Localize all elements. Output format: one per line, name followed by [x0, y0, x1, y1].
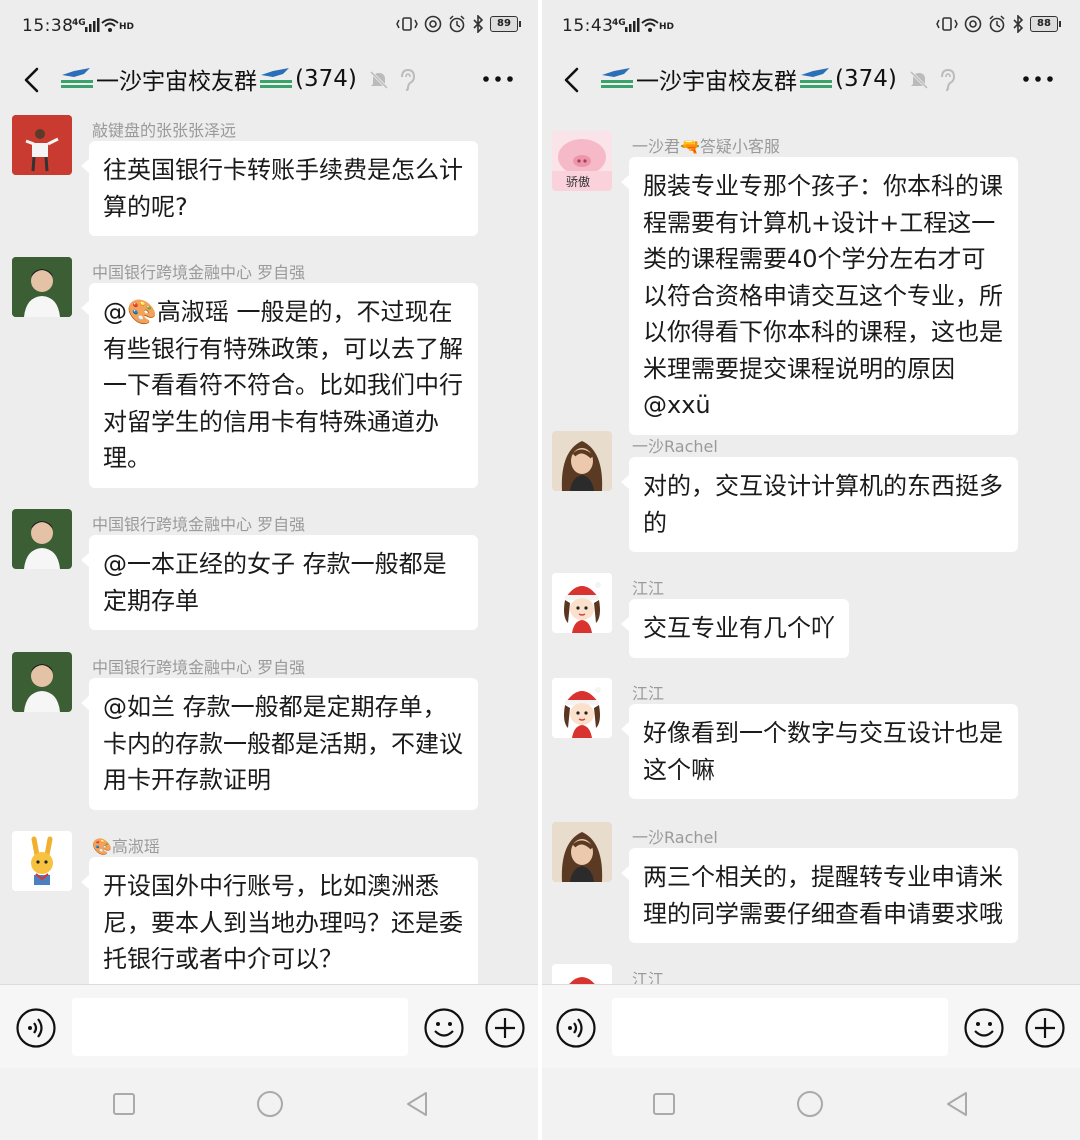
ear-icon [941, 68, 956, 91]
mute-bell-icon [369, 70, 389, 90]
sender-name: 一沙Rachel [632, 828, 718, 847]
message-bubble[interactable]: @如兰 存款一般都是定期存单，卡内的存款一般都是活期，不建议用卡开存款证明 [81, 678, 478, 810]
nav-square-icon[interactable] [112, 1092, 136, 1116]
nav-square-icon[interactable] [652, 1092, 676, 1116]
screen-divider [538, 0, 542, 1140]
battery-indicator: 88 [1030, 16, 1061, 32]
group-name: 一沙宇宙校友群 [636, 69, 797, 95]
message-list[interactable]: 骄傲 一沙君🔫答疑小客服 服装专业专那个孩子：你本科的课程需要有计算机+设计+工… [540, 111, 1080, 984]
sender-name: 🎨高淑瑶 [92, 837, 160, 856]
bluetooth-icon [1013, 15, 1024, 33]
message-bubble[interactable]: 往英国银行卡转账手续费是怎么计算的呢? [81, 141, 478, 236]
message-bubble[interactable]: @🎨高淑瑶 一般是的，不过现在有些银行有特殊政策，可以去了解一下看看符不符合。比… [81, 283, 478, 488]
sender-name: 一沙君🔫答疑小客服 [632, 137, 780, 156]
message-bubble[interactable]: @一本正经的女子 存款一般都是定期存单 [81, 535, 478, 630]
message-bubble[interactable]: 两三个相关的，提醒转专业申请米理的同学需要仔细查看申请要求哦 [621, 848, 1018, 943]
at-icon [964, 15, 982, 33]
status-icons: 88 [936, 15, 1061, 33]
nav-circle-icon[interactable] [796, 1090, 824, 1118]
status-time: 15:38 [22, 16, 74, 36]
sender-name: 中国银行跨境金融中心 罗自强 [92, 658, 306, 677]
emoji-icon[interactable] [963, 1007, 1005, 1049]
sender-name: 江江 [632, 970, 665, 984]
message-input[interactable] [72, 998, 408, 1056]
status-icons: 89 [396, 15, 521, 33]
chat-title: 一沙宇宙校友群 (374) [598, 63, 897, 95]
system-nav-bar [540, 1068, 1080, 1140]
back-arrow-icon[interactable] [558, 65, 588, 95]
message-bubble[interactable]: 好像看到一个数字与交互设计也是这个嘛 [621, 704, 1018, 799]
message-input[interactable] [612, 998, 948, 1056]
avatar-caption: 骄傲 [566, 174, 590, 189]
wifi-hd-label: HD [659, 22, 675, 32]
young-man-portrait-avatar[interactable] [12, 509, 72, 569]
woman-portrait-avatar[interactable] [552, 431, 612, 491]
alarm-icon [989, 15, 1005, 33]
plus-icon[interactable] [484, 1007, 526, 1049]
wifi-icon [101, 18, 119, 32]
message-bubble[interactable]: 交互专业有几个吖 [621, 599, 849, 658]
christmas-girl-cartoon-avatar[interactable] [552, 964, 612, 984]
red-shirt-person-avatar[interactable] [12, 115, 72, 175]
wifi-icon [641, 18, 659, 32]
message-list[interactable]: 敲键盘的张张张泽远 往英国银行卡转账手续费是怎么计算的呢? 中国银行跨境金融中心… [0, 111, 540, 984]
nav-back-icon[interactable] [944, 1090, 970, 1118]
pink-pig-avatar[interactable]: 骄傲 [552, 131, 612, 191]
airplane-flag-icon [800, 68, 832, 88]
nav-back-icon[interactable] [404, 1090, 430, 1118]
member-count: (374) [295, 66, 357, 92]
alarm-icon [449, 15, 465, 33]
vibrate-icon [396, 17, 418, 31]
chat-screen-left: 15:38 4G HD 89 一沙宇宙校友群 (374) 敲键盘的张张张泽远 往… [0, 0, 540, 1140]
back-arrow-icon[interactable] [18, 65, 48, 95]
input-bar [0, 984, 540, 1069]
airplane-flag-icon [61, 68, 93, 88]
signal-icon [625, 18, 640, 32]
sender-name: 中国银行跨境金融中心 罗自强 [92, 263, 306, 282]
status-bar: 15:43 4G HD 88 [540, 0, 1080, 55]
group-name: 一沙宇宙校友群 [96, 69, 257, 95]
system-nav-bar [0, 1068, 540, 1140]
vibrate-icon [936, 17, 958, 31]
sender-name: 江江 [632, 579, 665, 598]
plus-icon[interactable] [1024, 1007, 1066, 1049]
message-bubble[interactable]: 对的，交互设计计算机的东西挺多的 [621, 457, 1018, 552]
voice-icon[interactable] [555, 1007, 597, 1049]
message-bubble[interactable]: 开设国外中行账号，比如澳洲悉尼，要本人到当地办理吗？还是委托银行或者中介可以？ [81, 857, 478, 984]
more-icon[interactable] [1020, 69, 1056, 89]
signal-icon [85, 18, 100, 32]
member-count: (374) [835, 66, 897, 92]
airplane-flag-icon [601, 68, 633, 88]
christmas-girl-cartoon-avatar[interactable] [552, 573, 612, 633]
sender-name: 敲键盘的张张张泽远 [92, 121, 237, 140]
sender-name: 中国银行跨境金融中心 罗自强 [92, 515, 306, 534]
emoji-icon[interactable] [423, 1007, 465, 1049]
young-man-portrait-avatar[interactable] [12, 652, 72, 712]
bluetooth-icon [473, 15, 484, 33]
ear-icon [401, 68, 416, 91]
woman-portrait-avatar[interactable] [552, 822, 612, 882]
chat-screen-right: 15:43 4G HD 88 一沙宇宙校友群 (374) 骄傲 一沙君🔫答疑小客… [540, 0, 1080, 1140]
sender-name: 一沙Rachel [632, 437, 718, 456]
message-bubble[interactable]: 服装专业专那个孩子：你本科的课程需要有计算机+设计+工程这一类的课程需要40个学… [621, 157, 1018, 435]
sender-name: 江江 [632, 684, 665, 703]
input-bar [540, 984, 1080, 1069]
battery-indicator: 89 [490, 16, 521, 32]
chat-header: 一沙宇宙校友群 (374) [540, 55, 1080, 111]
young-man-portrait-avatar[interactable] [12, 257, 72, 317]
chat-title: 一沙宇宙校友群 (374) [58, 63, 357, 95]
status-bar: 15:38 4G HD 89 [0, 0, 540, 55]
mute-bell-icon [909, 70, 929, 90]
status-time: 15:43 [562, 16, 614, 36]
more-icon[interactable] [480, 69, 516, 89]
christmas-girl-cartoon-avatar[interactable] [552, 678, 612, 738]
cartoon-bunny-avatar[interactable] [12, 831, 72, 891]
wifi-hd-label: HD [119, 22, 135, 32]
airplane-flag-icon [260, 68, 292, 88]
at-icon [424, 15, 442, 33]
chat-header: 一沙宇宙校友群 (374) [0, 55, 540, 111]
nav-circle-icon[interactable] [256, 1090, 284, 1118]
voice-icon[interactable] [15, 1007, 57, 1049]
